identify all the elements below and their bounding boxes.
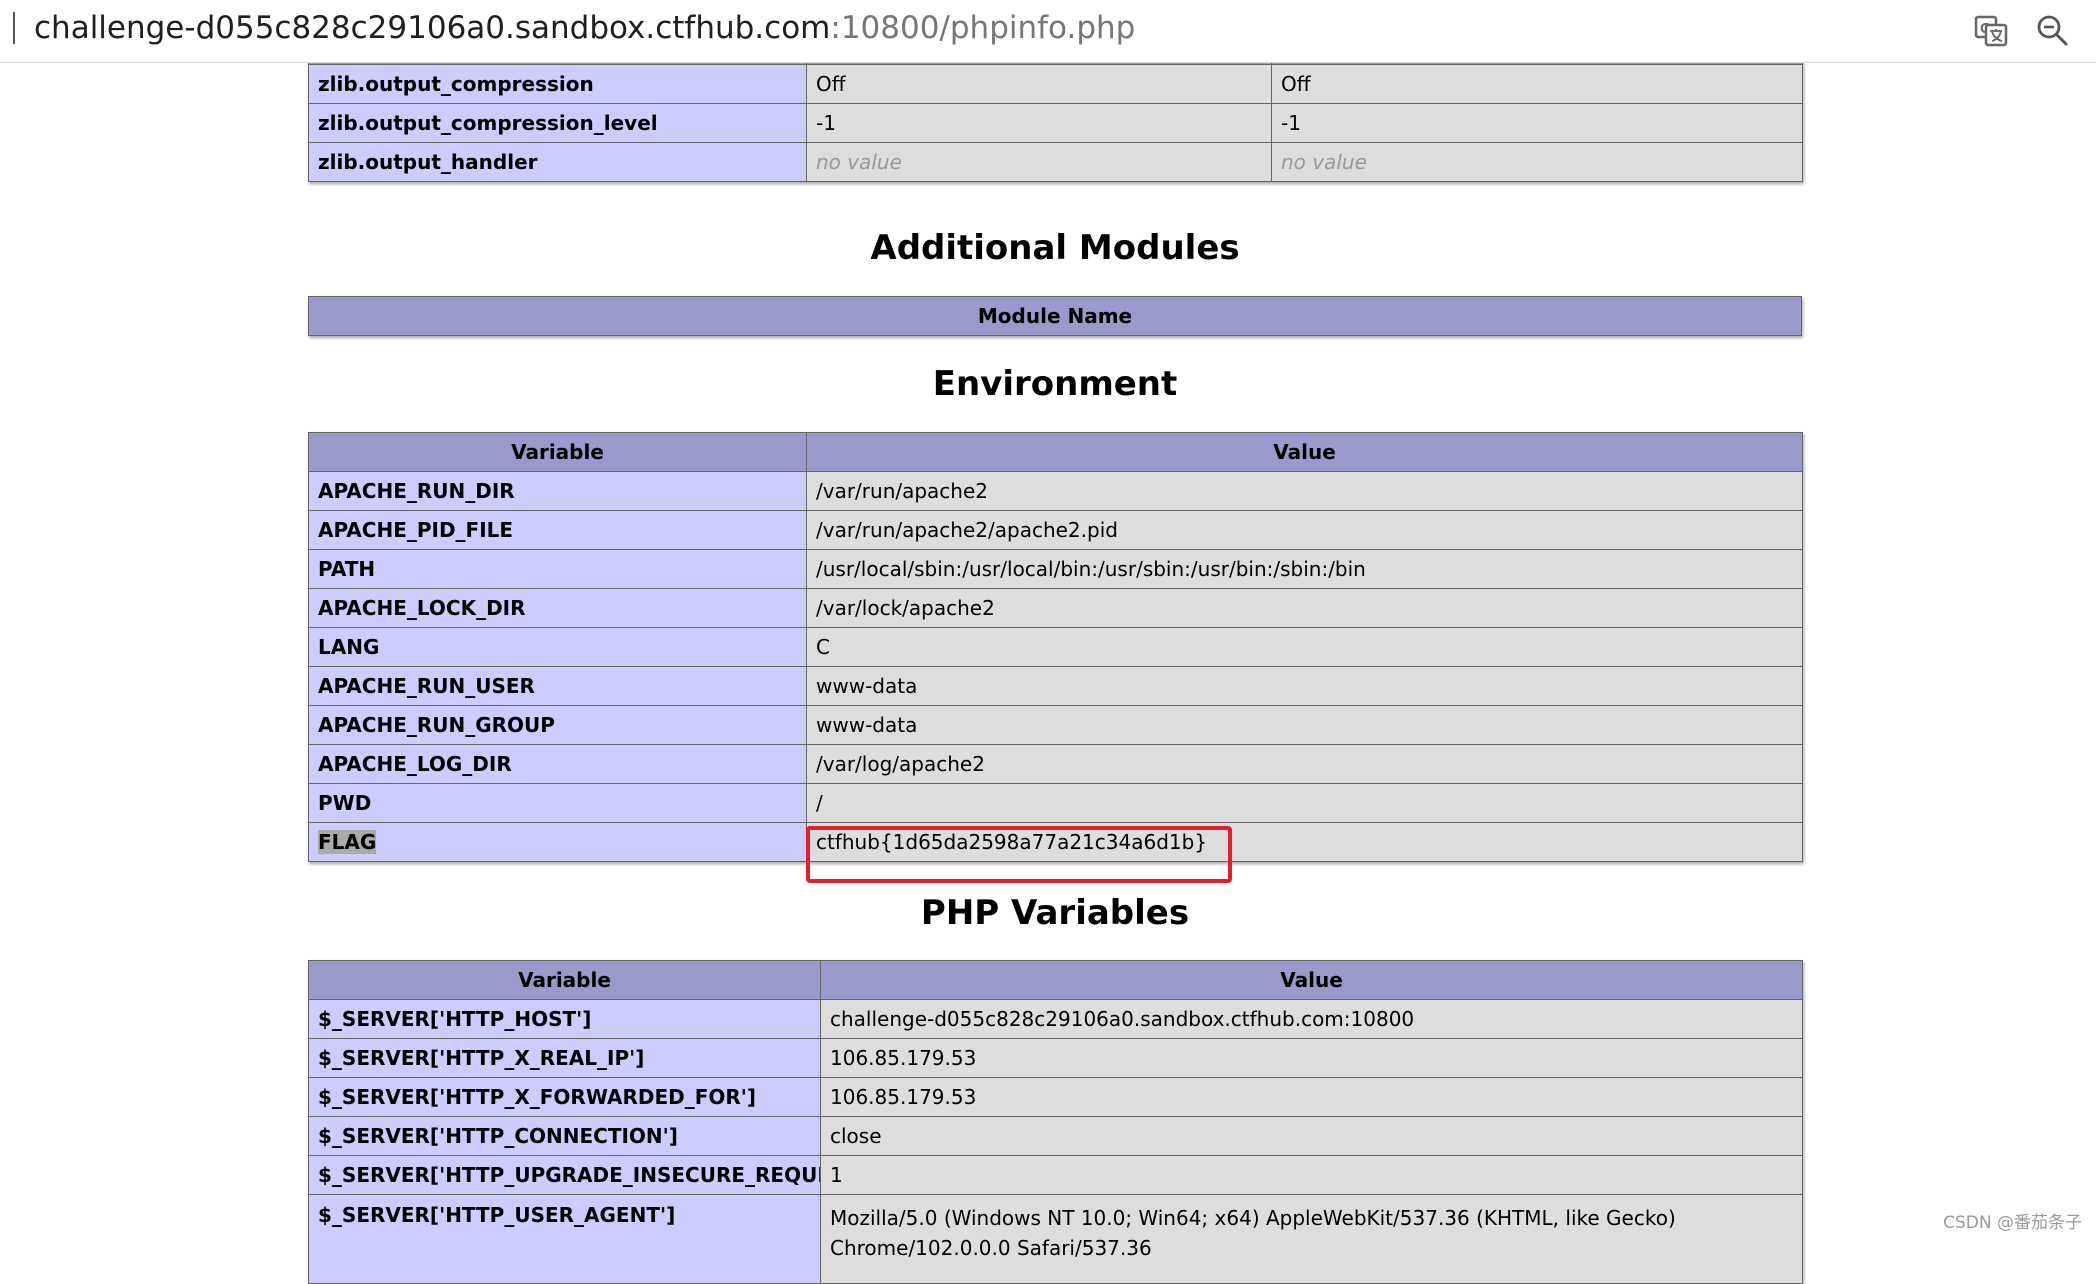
table-row: APACHE_LOCK_DIR/var/lock/apache2 [308,588,1803,628]
php-var-value: 106.85.179.53 [820,1038,1803,1078]
php-var-value: challenge-d055c828c29106a0.sandbox.ctfhu… [820,999,1803,1039]
env-var-value: /var/run/apache2/apache2.pid [806,510,1803,550]
php-variables-heading: PHP Variables [920,893,1190,933]
env-var-name: APACHE_LOCK_DIR [308,588,807,628]
master-value: Off [1271,64,1803,104]
translate-icon[interactable]: G [1968,8,2012,52]
flag-highlight-box [806,826,1232,883]
env-var-name: PATH [308,549,807,589]
table-row: $_SERVER['HTTP_USER_AGENT'] Mozilla/5.0 (… [308,1194,1803,1284]
php-var-name: $_SERVER['HTTP_HOST'] [308,999,821,1039]
php-var-value: 106.85.179.53 [820,1077,1803,1117]
environment-table: Variable Value APACHE_RUN_DIR/var/run/ap… [308,432,1803,862]
env-var-value: /var/run/apache2 [806,471,1803,511]
directive-name: zlib.output_compression [308,64,807,104]
table-row: APACHE_RUN_DIR/var/run/apache2 [308,471,1803,511]
zlib-header-directive: Directive [308,39,807,65]
modules-table: Module Name [308,296,1802,336]
table-row: $_SERVER['HTTP_X_REAL_IP'] 106.85.179.53 [308,1038,1803,1078]
no-value-text: no value [816,150,902,174]
table-row: $_SERVER['HTTP_CONNECTION'] close [308,1116,1803,1156]
flag-key: FLAG [318,830,377,854]
master-value: -1 [1271,103,1803,143]
table-row: PWD / [308,783,1803,823]
environment-heading: Environment [932,364,1178,404]
text-cursor [13,12,15,44]
env-var-value: /usr/local/sbin:/usr/local/bin:/usr/sbin… [806,549,1803,589]
module-name-header: Module Name [308,296,1802,336]
env-var-value: www-data [806,666,1803,706]
php-header-variable: Variable [308,960,821,1000]
env-var-name: PWD [308,783,807,823]
table-row: APACHE_PID_FILE/var/run/apache2/apache2.… [308,510,1803,550]
php-var-value: Mozilla/5.0 (Windows NT 10.0; Win64; x64… [820,1194,1803,1284]
env-var-value: C [806,627,1803,667]
env-var-value: /var/log/apache2 [806,744,1803,784]
php-var-name: $_SERVER['HTTP_UPGRADE_INSECURE_REQUESTS… [308,1155,821,1195]
table-row: PATH/usr/local/sbin:/usr/local/bin:/usr/… [308,549,1803,589]
php-var-name: $_SERVER['HTTP_X_FORWARDED_FOR'] [308,1077,821,1117]
table-row: $_SERVER['HTTP_HOST'] challenge-d055c828c… [308,999,1803,1039]
env-var-name: LANG [308,627,807,667]
table-row: APACHE_LOG_DIR/var/log/apache2 [308,744,1803,784]
flag-key-cell: FLAG [308,822,807,862]
table-row: APACHE_RUN_USER www-data [308,666,1803,706]
zlib-table: Directive Local Value Master Value zlib.… [308,39,1803,182]
no-value-text: no value [1281,150,1367,174]
watermark: CSDN @番茄条子 [1943,1213,2082,1233]
zlib-header-local: Local Value [806,39,1272,65]
php-variables-table: Variable Value $_SERVER['HTTP_HOST'] chal… [308,960,1803,1284]
env-header-value: Value [806,432,1803,472]
php-var-name: $_SERVER['HTTP_USER_AGENT'] [308,1194,821,1284]
env-var-value: /var/lock/apache2 [806,588,1803,628]
php-var-value: close [820,1116,1803,1156]
master-value: no value [1271,142,1803,182]
table-row: LANG C [308,627,1803,667]
php-var-name: $_SERVER['HTTP_X_REAL_IP'] [308,1038,821,1078]
zlib-header-master: Master Value [1271,39,1803,65]
php-var-value: 1 [820,1155,1803,1195]
php-var-name: $_SERVER['HTTP_CONNECTION'] [308,1116,821,1156]
table-row: zlib.output_compression Off Off [308,64,1803,104]
local-value: Off [806,64,1272,104]
table-row: $_SERVER['HTTP_UPGRADE_INSECURE_REQUESTS… [308,1155,1803,1195]
directive-name: zlib.output_handler [308,142,807,182]
additional-modules-heading: Additional Modules [870,228,1240,268]
zoom-out-icon[interactable] [2030,8,2074,52]
env-var-value: www-data [806,705,1803,745]
table-row: zlib.output_handler no value no value [308,142,1803,182]
table-row: APACHE_RUN_GROUP www-data [308,705,1803,745]
local-value: no value [806,142,1272,182]
env-var-name: APACHE_RUN_GROUP [308,705,807,745]
env-var-name: APACHE_RUN_USER [308,666,807,706]
env-var-name: APACHE_PID_FILE [308,510,807,550]
php-header-value: Value [820,960,1803,1000]
local-value: -1 [806,103,1272,143]
env-var-name: APACHE_LOG_DIR [308,744,807,784]
table-row: $_SERVER['HTTP_X_FORWARDED_FOR'] 106.85.1… [308,1077,1803,1117]
env-header-variable: Variable [308,432,807,472]
env-var-value: / [806,783,1803,823]
env-var-name: APACHE_RUN_DIR [308,471,807,511]
table-row: zlib.output_compression_level -1 -1 [308,103,1803,143]
directive-name: zlib.output_compression_level [308,103,807,143]
